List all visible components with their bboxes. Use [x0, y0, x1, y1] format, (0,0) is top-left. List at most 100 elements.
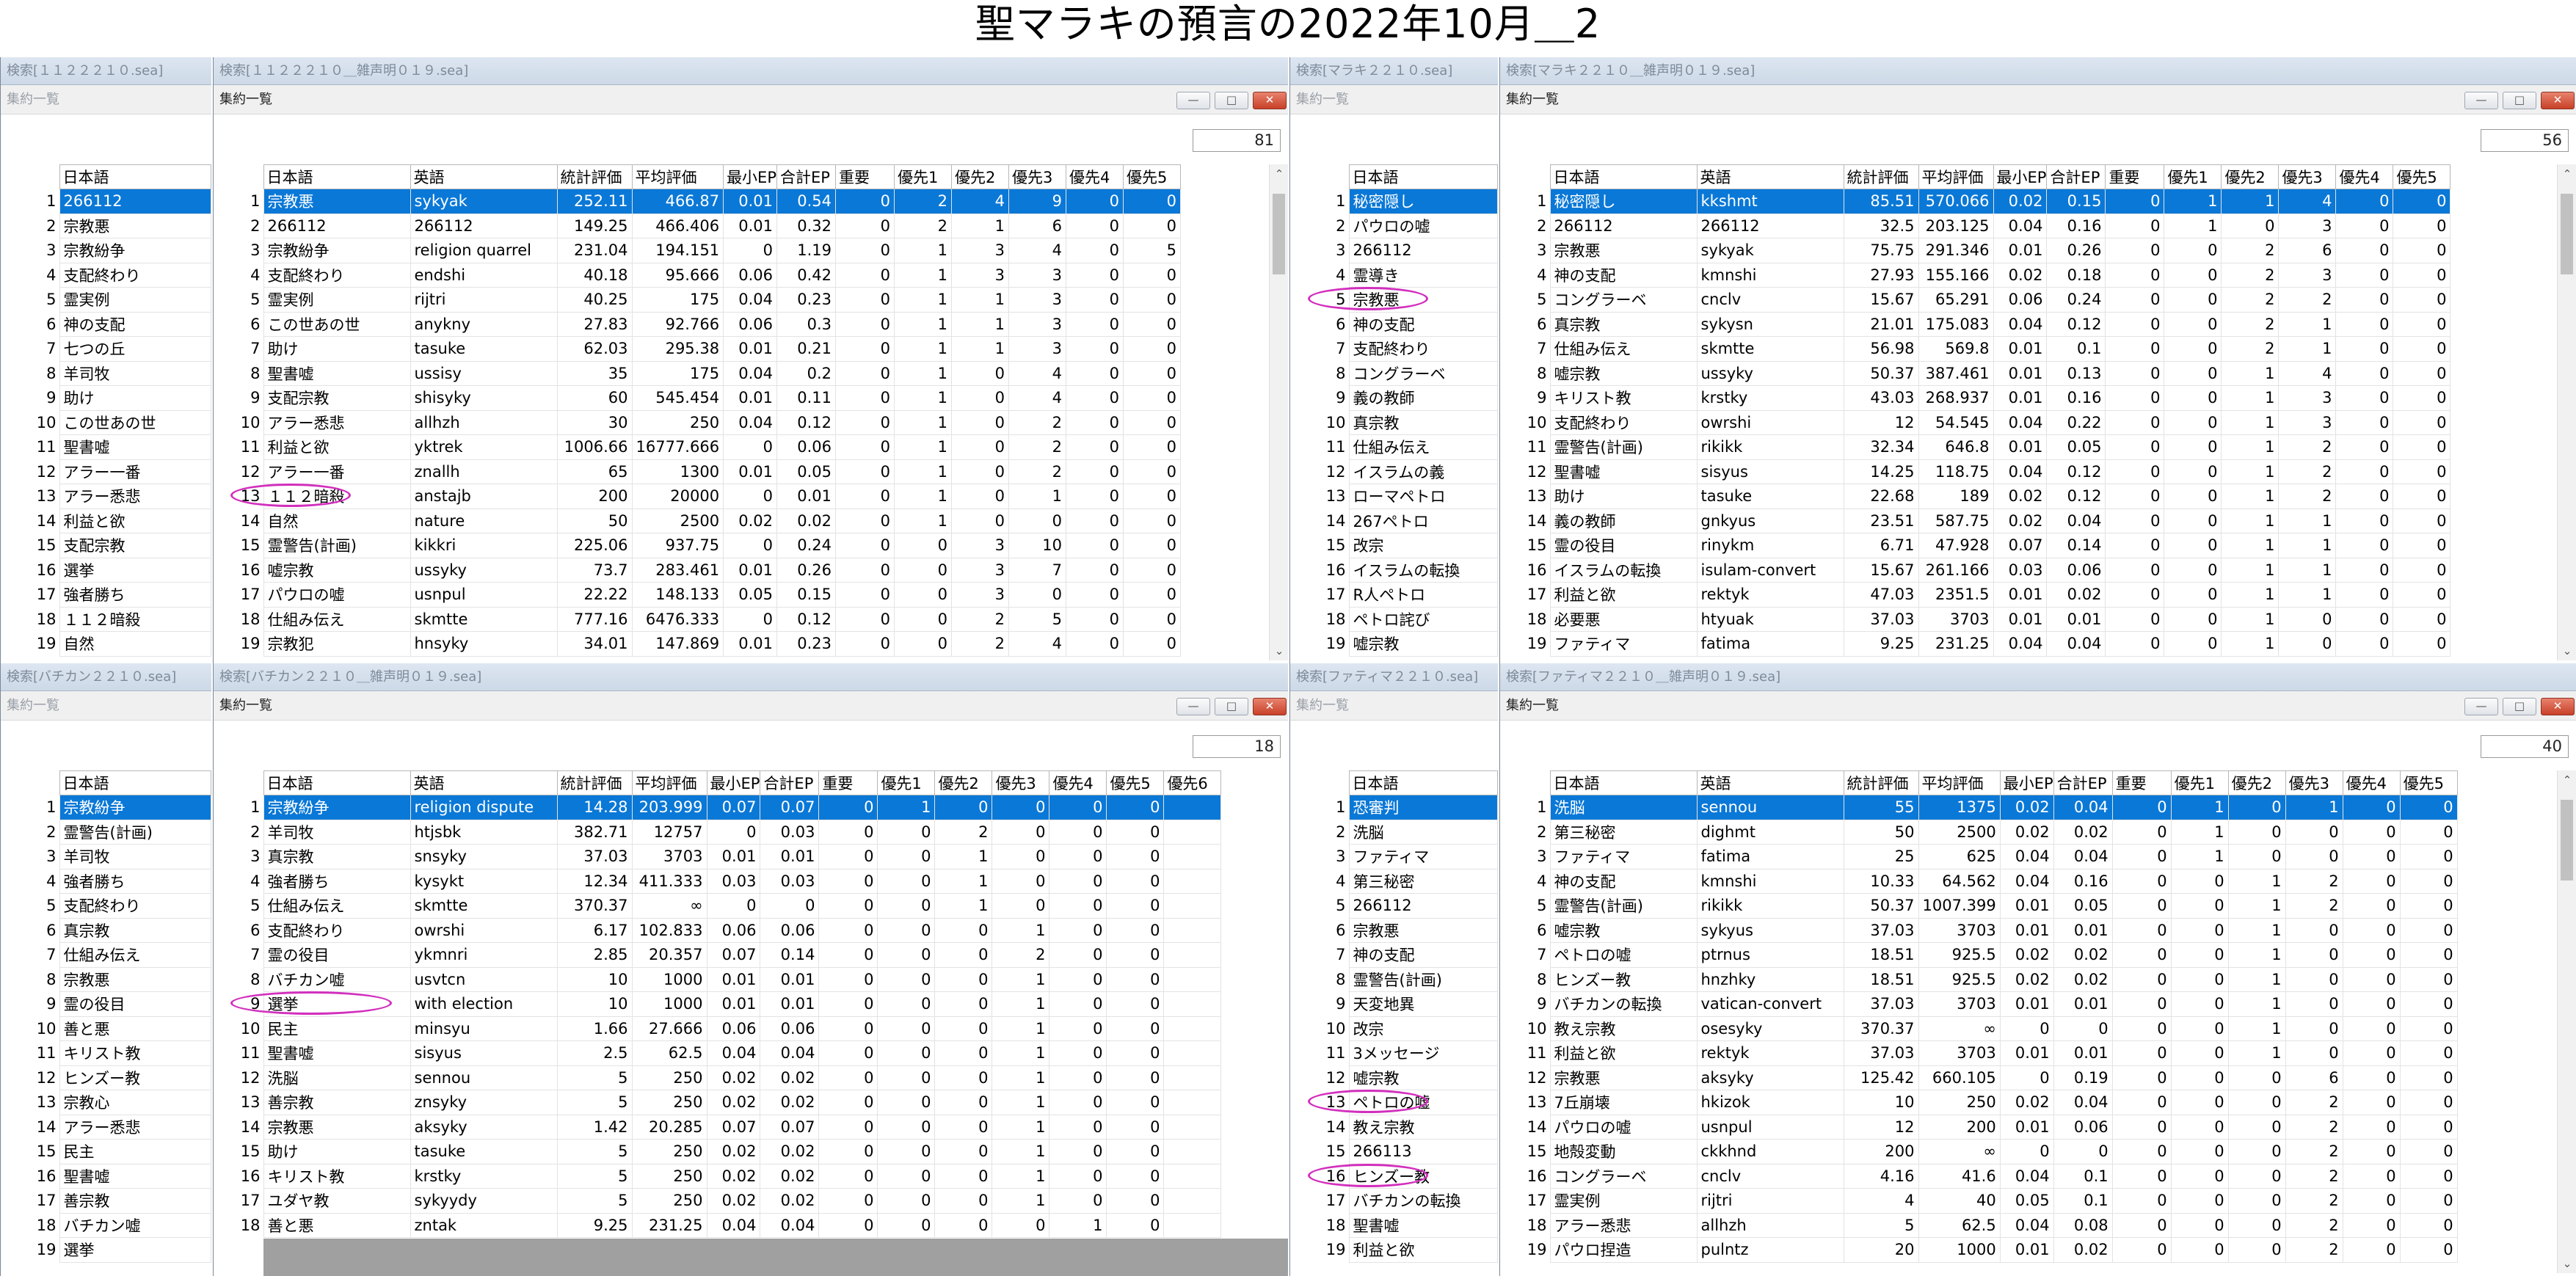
table-row[interactable]: 10 教え宗教 osesyky 370.37 ∞ 0 0 0 0 1 0 0 0 — [1516, 1016, 2458, 1041]
table-row[interactable]: 1 宗教悪 sykyak 252.11 466.87 0.01 0.54 0 2 4 9 0 0 — [230, 189, 1181, 214]
table-row[interactable]: 3 宗教紛争 religion quarrel 231.04 194.151 0 1.19 0… — [230, 238, 1181, 263]
result-count-field[interactable]: 18 — [1193, 735, 1281, 758]
table-row[interactable]: 7 霊の役目 ykmnri 2.85 20.357 0.07 0.14 0 0 0 2 0 0 — [230, 942, 1222, 968]
column-header[interactable]: 優先4 — [2335, 164, 2394, 189]
list-item[interactable]: 2 霊警告(計画) — [17, 819, 211, 845]
list-item[interactable]: 19 嘘宗教 — [1306, 631, 1498, 657]
list-item[interactable]: 3 266112 — [1306, 238, 1498, 263]
list-item[interactable]: 13 ローマペトロ — [1306, 484, 1498, 509]
list-item[interactable]: 14 267ペトロ — [1306, 508, 1498, 533]
column-header[interactable]: 統計評価 — [1843, 770, 1919, 795]
table-row[interactable]: 11 聖書嘘 sisyus 2.5 62.5 0.04 0.04 0 0 0 1 0 0 — [230, 1040, 1222, 1066]
column-header[interactable]: 英語 — [410, 770, 558, 795]
column-header[interactable]: 平均評価 — [1918, 770, 2001, 795]
column-header[interactable]: 優先1 — [2164, 164, 2222, 189]
column-header[interactable]: 最小EP — [1993, 164, 2048, 189]
table-row[interactable]: 6 真宗教 sykysn 21.01 175.083 0.04 0.12 0 0 2 1 0 0 — [1516, 311, 2451, 337]
column-header[interactable]: 優先5 — [2393, 164, 2451, 189]
table-row[interactable]: 10 アラー悉悲 allhzh 30 250 0.04 0.12 0 1 0 2 0 0 — [230, 409, 1181, 435]
list-item[interactable]: 1 恐審判 — [1306, 795, 1498, 820]
table-row[interactable]: 13 善宗教 znsyky 5 250 0.02 0.02 0 0 0 1 0 0 — [230, 1090, 1222, 1115]
minimize-button[interactable]: — — [1176, 92, 1210, 109]
table-row[interactable]: 11 霊警告(計画) rikikk 32.34 646.8 0.01 0.05 0 0 1 2 0 0 — [1516, 434, 2451, 460]
table-row[interactable]: 14 宗教悪 aksyky 1.42 20.285 0.07 0.07 0 0 0 1 0 0 — [230, 1114, 1222, 1140]
column-header[interactable]: 優先5 — [1106, 770, 1165, 795]
scroll-up-arrow-icon[interactable]: ⌃ — [2558, 770, 2576, 790]
column-header[interactable]: 優先1 — [877, 770, 936, 795]
list-item[interactable]: 17 強者勝ち — [17, 582, 211, 608]
list-item[interactable]: 13 ペトロの嘘 — [1306, 1090, 1498, 1115]
result-count-field[interactable]: 56 — [2481, 129, 2569, 152]
table-row[interactable]: 17 霊実例 rijtri 4 40 0.05 0.1 0 0 0 2 0 0 — [1516, 1188, 2458, 1214]
list-item[interactable]: 9 天変地異 — [1306, 991, 1498, 1017]
list-item[interactable]: 9 義の教師 — [1306, 385, 1498, 411]
vertical-scrollbar[interactable]: ⌃ ⌄ — [2557, 164, 2576, 660]
table-row[interactable]: 9 選挙 with election 10 1000 0.01 0.01 0 0 0 1 0 0 — [230, 991, 1222, 1017]
column-header[interactable]: 優先2 — [934, 770, 993, 795]
column-header[interactable]: 優先4 — [1066, 164, 1124, 189]
list-item[interactable]: 15 民主 — [17, 1139, 211, 1164]
table-row[interactable]: 13 助け tasuke 22.68 189 0.02 0.12 0 0 1 2 0 0 — [1516, 484, 2451, 509]
list-item[interactable]: 8 霊警告(計画) — [1306, 966, 1498, 992]
table-row[interactable]: 12 宗教悪 aksyky 125.42 660.105 0 0.19 0 0 0 6 0 0 — [1516, 1065, 2458, 1090]
list-item[interactable]: 7 支配終わり — [1306, 336, 1498, 362]
table-row[interactable]: 18 善と悪 zntak 9.25 231.25 0.04 0.04 0 0 0 0 1 0 — [230, 1212, 1222, 1238]
scroll-down-arrow-icon[interactable]: ⌄ — [2558, 641, 2576, 660]
column-header[interactable]: 平均評価 — [631, 164, 724, 189]
column-header[interactable]: 重要 — [2111, 770, 2172, 795]
list-item[interactable]: 15 改宗 — [1306, 533, 1498, 558]
list-item[interactable]: 3 宗教紛争 — [17, 238, 211, 263]
list-item[interactable]: 6 宗教悪 — [1306, 917, 1498, 943]
list-item[interactable]: 17 R人ペトロ — [1306, 582, 1498, 608]
table-row[interactable]: 2 第三秘密 dighmt 50 2500 0.02 0.02 0 1 0 0 0 0 — [1516, 819, 2458, 845]
list-item[interactable]: 18 バチカン嘘 — [17, 1212, 211, 1238]
column-header[interactable]: 優先5 — [1123, 164, 1181, 189]
table-row[interactable]: 6 この世あの世 anykny 27.83 92.766 0.06 0.3 0 1 1 3 0 0 — [230, 311, 1181, 337]
list-item[interactable]: 12 嘘宗教 — [1306, 1065, 1498, 1090]
table-row[interactable]: 3 真宗教 snsyky 37.03 3703 0.01 0.01 0 0 1 0 0 0 — [230, 844, 1222, 869]
list-item[interactable]: 9 霊の役目 — [17, 991, 211, 1017]
list-item[interactable]: 14 アラー悉悲 — [17, 1114, 211, 1140]
close-button[interactable]: ✕ — [2541, 92, 2575, 109]
column-header[interactable]: 優先4 — [1049, 770, 1107, 795]
column-header[interactable]: 優先1 — [2170, 770, 2229, 795]
list-item[interactable]: 4 強者勝ち — [17, 868, 211, 894]
list-item[interactable]: 11 仕組み伝え — [1306, 434, 1498, 460]
column-header[interactable]: 日本語 — [263, 770, 411, 795]
list-item[interactable]: 6 神の支配 — [17, 311, 211, 337]
column-header[interactable]: 優先3 — [1008, 164, 1066, 189]
list-item[interactable]: 9 助け — [17, 385, 211, 411]
list-item[interactable]: 11 キリスト教 — [17, 1040, 211, 1066]
table-row[interactable]: 14 パウロの嘘 usnpul 12 200 0.01 0.06 0 0 0 2 0 0 — [1516, 1114, 2458, 1140]
table-row[interactable]: 10 支配終わり owrshi 12 54.545 0.04 0.22 0 0 1 3 0 0 — [1516, 409, 2451, 435]
column-header[interactable]: 英語 — [1696, 770, 1844, 795]
column-header[interactable]: 優先6 — [1163, 770, 1222, 795]
table-row[interactable]: 17 パウロの嘘 usnpul 22.22 148.133 0.05 0.15 0 0 3 0 0 0 — [230, 582, 1181, 608]
list-item[interactable]: 17 善宗教 — [17, 1188, 211, 1214]
column-header[interactable]: 日本語 — [263, 164, 411, 189]
list-item[interactable]: 19 利益と欲 — [1306, 1237, 1498, 1263]
list-item[interactable]: 11 3メッセージ — [1306, 1040, 1498, 1066]
table-row[interactable]: 5 仕組み伝え skmtte 370.37 ∞ 0 0 0 0 1 0 0 0 — [230, 893, 1222, 919]
table-row[interactable]: 12 洗脳 sennou 5 250 0.02 0.02 0 0 0 1 0 0 — [230, 1065, 1222, 1090]
table-row[interactable]: 18 仕組み伝え skmtte 777.16 6476.333 0 0.12 0 0 2 5 0 0 — [230, 606, 1181, 632]
table-row[interactable]: 11 利益と欲 yktrek 1006.66 16777.666 0 0.06 0 1 0 2 0 0 — [230, 434, 1181, 460]
column-header[interactable]: 優先1 — [894, 164, 952, 189]
table-row[interactable]: 19 パウロ捏造 pulntz 20 1000 0.01 0.02 0 0 0 2 0 0 — [1516, 1237, 2458, 1263]
list-item[interactable]: 7 仕組み伝え — [17, 942, 211, 968]
list-item[interactable]: 13 アラー悉悲 — [17, 484, 211, 509]
list-item[interactable]: 3 ファティマ — [1306, 844, 1498, 869]
table-row[interactable]: 6 支配終わり owrshi 6.17 102.833 0.06 0.06 0 0 0 1 0 0 — [230, 917, 1222, 943]
column-header[interactable]: 最小EP — [706, 770, 761, 795]
table-row[interactable]: 3 ファティマ fatima 25 625 0.04 0.04 0 1 0 0 0 0 — [1516, 844, 2458, 869]
list-item[interactable]: 18 聖書嘘 — [1306, 1212, 1498, 1238]
list-item[interactable]: 14 利益と欲 — [17, 508, 211, 533]
column-header[interactable]: 優先2 — [2227, 770, 2286, 795]
table-row[interactable]: 15 霊の役目 rinykm 6.71 47.928 0.07 0.14 0 0 1 1 0 0 — [1516, 533, 2451, 558]
list-item[interactable]: 5 支配終わり — [17, 893, 211, 919]
list-item[interactable]: 12 アラー一番 — [17, 459, 211, 484]
result-count-field[interactable]: 40 — [2481, 735, 2569, 758]
table-row[interactable]: 9 バチカンの転換 vatican-convert 37.03 3703 0.01 0.01… — [1516, 991, 2458, 1017]
table-row[interactable]: 19 宗教犯 hnsyky 34.01 147.869 0.01 0.23 0 0 2 4 0 0 — [230, 631, 1181, 657]
table-row[interactable]: 14 自然 nature 50 2500 0.02 0.02 0 1 0 0 0 0 — [230, 508, 1181, 533]
